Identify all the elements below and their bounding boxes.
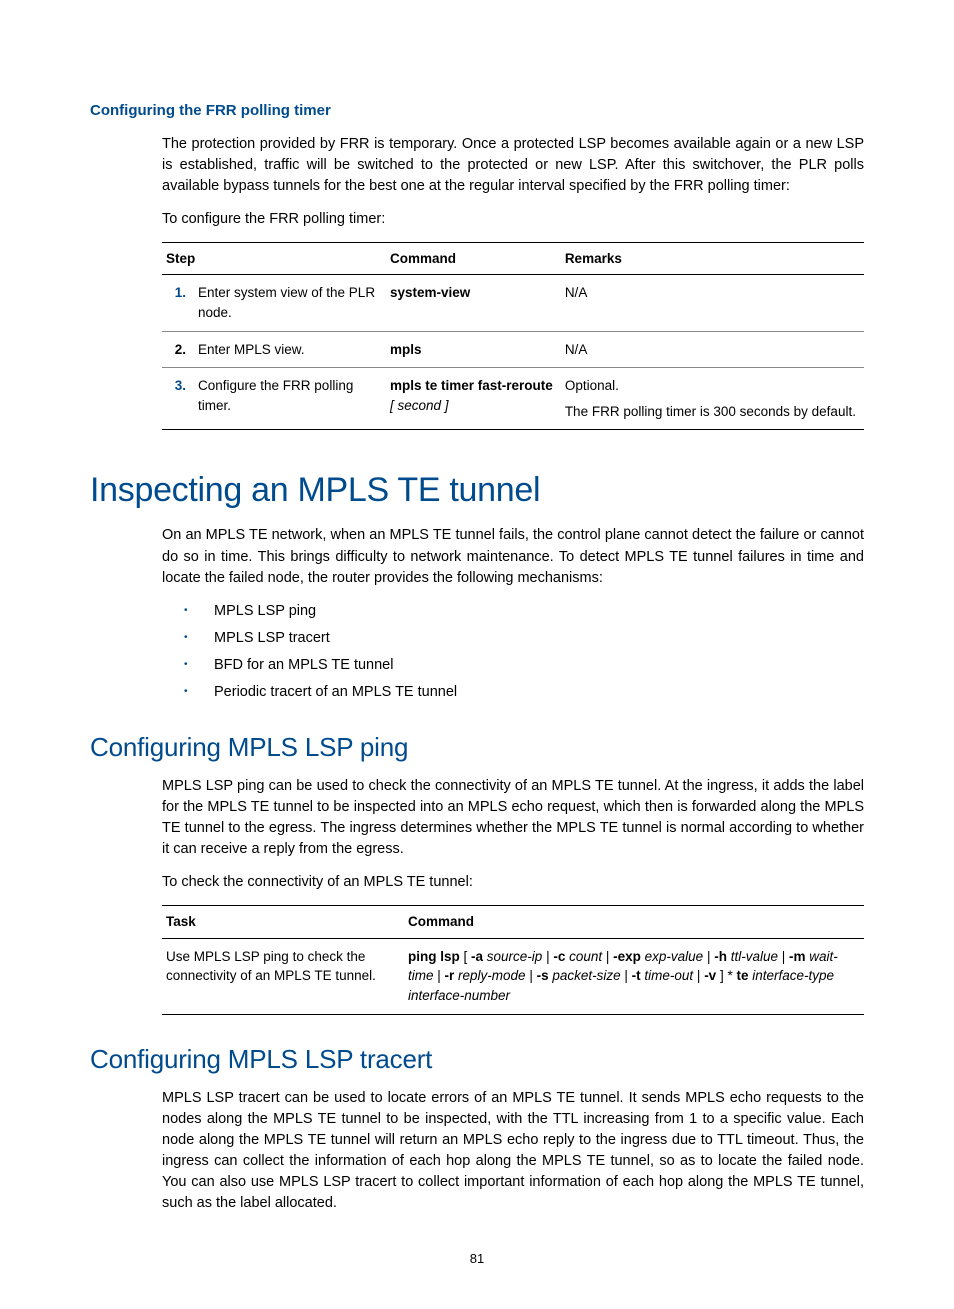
para: The protection provided by FRR is tempor… [162, 134, 864, 197]
remarks-cell: Optional.The FRR polling timer is 300 se… [561, 368, 864, 430]
th-step: Step [162, 242, 386, 275]
step-number: 1. [162, 275, 194, 331]
cmd-cell: mpls te timer fast-reroute[ second ] [386, 368, 561, 430]
step-text: Configure the FRR polling timer. [194, 368, 386, 430]
heading-lsp-tracert: Configuring MPLS LSP tracert [90, 1041, 864, 1079]
bullet-list: MPLS LSP ping MPLS LSP tracert BFD for a… [90, 601, 864, 703]
cmd-cell: mpls [386, 331, 561, 368]
remarks-cell: N/A [561, 331, 864, 368]
list-item: BFD for an MPLS TE tunnel [90, 655, 864, 676]
list-item: MPLS LSP tracert [90, 628, 864, 649]
list-item: Periodic tracert of an MPLS TE tunnel [90, 682, 864, 703]
table-row: 1. Enter system view of the PLR node. sy… [162, 275, 864, 331]
task-cell: Use MPLS LSP ping to check the connectiv… [162, 938, 404, 1014]
para: To configure the FRR polling timer: [162, 209, 864, 230]
th-task: Task [162, 906, 404, 939]
para: MPLS LSP ping can be used to check the c… [162, 776, 864, 860]
heading-lsp-ping: Configuring MPLS LSP ping [90, 729, 864, 767]
step-number: 3. [162, 368, 194, 430]
step-number: 2. [162, 331, 194, 368]
heading-frr-polling: Configuring the FRR polling timer [90, 100, 864, 122]
th-command: Command [386, 242, 561, 275]
list-item: MPLS LSP ping [90, 601, 864, 622]
step-text: Enter MPLS view. [194, 331, 386, 368]
th-command: Command [404, 906, 864, 939]
th-remarks: Remarks [561, 242, 864, 275]
table-row: 3. Configure the FRR polling timer. mpls… [162, 368, 864, 430]
step-text: Enter system view of the PLR node. [194, 275, 386, 331]
table-row: 2. Enter MPLS view. mpls N/A [162, 331, 864, 368]
para: To check the connectivity of an MPLS TE … [162, 872, 864, 893]
table-lsp-ping: Task Command Use MPLS LSP ping to check … [162, 905, 864, 1014]
page-number: 81 [90, 1250, 864, 1269]
table-row: Use MPLS LSP ping to check the connectiv… [162, 938, 864, 1014]
para: On an MPLS TE network, when an MPLS TE t… [162, 525, 864, 588]
heading-inspecting: Inspecting an MPLS TE tunnel [90, 466, 864, 515]
para: MPLS LSP tracert can be used to locate e… [162, 1088, 864, 1214]
table-frr-steps: Step Command Remarks 1. Enter system vie… [162, 242, 864, 430]
cmd-cell: system-view [386, 275, 561, 331]
cmd-cell: ping lsp [ -a source-ip | -c count | -ex… [404, 938, 864, 1014]
remarks-cell: N/A [561, 275, 864, 331]
